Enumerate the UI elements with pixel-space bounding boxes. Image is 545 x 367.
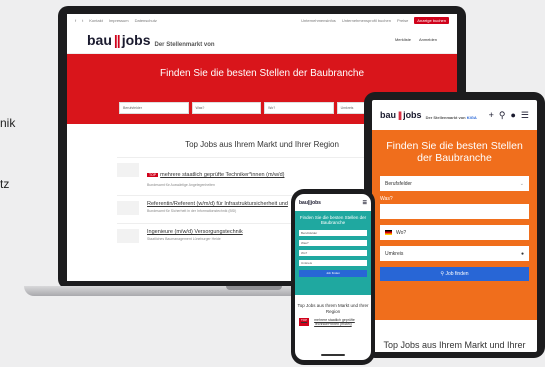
job-employer: Bundesamt für Auswärtige Angelegenheiten bbox=[147, 183, 215, 187]
menu-icon[interactable]: ☰ bbox=[363, 200, 367, 206]
umkreis-select[interactable]: Umkreis ● bbox=[380, 246, 529, 262]
account-links: Merkliste Anmelden bbox=[395, 37, 437, 42]
tablet-hero-title: Finden Sie die besten Stellen der Baubra… bbox=[386, 140, 523, 165]
wo-input[interactable]: Wo? bbox=[380, 225, 529, 241]
user-icon[interactable]: ● bbox=[510, 110, 515, 121]
was-label: Was? bbox=[380, 196, 393, 203]
topbar-link-preise[interactable]: Preise bbox=[397, 18, 408, 23]
logo-subtitle: Der Stellenmarkt von bbox=[154, 41, 215, 48]
header: bau || jobs Der Stellenmarkt von Merkliste… bbox=[67, 26, 457, 54]
logo[interactable]: bau || jobs Der Stellenmarkt von bbox=[87, 32, 215, 48]
twitter-icon[interactable]: t bbox=[82, 18, 83, 23]
tablet-section-title: Top Jobs aus Ihrem Markt und Ihrer Regio… bbox=[383, 340, 526, 352]
berufsfelder-select[interactable]: Berufsfelder ⌄ bbox=[380, 176, 529, 192]
company-logo bbox=[117, 229, 139, 243]
topbar-link-kontakt[interactable]: Kontakt bbox=[89, 18, 103, 23]
company-logo bbox=[117, 201, 139, 215]
phone-header: bau||jobs ☰ bbox=[295, 194, 371, 211]
phone-section-title: Top Jobs aus Ihrem Markt und Ihrer Regio… bbox=[297, 303, 369, 314]
topbar-link-unternehmensinfos[interactable]: Unternehmensinfos bbox=[301, 18, 336, 23]
search-icon[interactable]: ⚲ bbox=[499, 110, 506, 121]
hero-title: Finden Sie die besten Stellen der Baubra… bbox=[159, 68, 365, 79]
job-finden-button[interactable]: ⚲ Job finden bbox=[380, 267, 529, 282]
plus-icon[interactable]: + bbox=[489, 110, 494, 121]
anmelden-link[interactable]: Anmelden bbox=[419, 37, 437, 42]
topbar-link-impressum[interactable]: Impressum bbox=[109, 18, 129, 23]
search-icon: ⚲ bbox=[440, 271, 445, 278]
company-logo bbox=[117, 163, 139, 177]
germany-flag-icon bbox=[385, 230, 392, 236]
berufsfelder-select[interactable]: Berufsfelder bbox=[119, 102, 189, 114]
job-employer: Staatliches Baumanagement Lüneburger Hei… bbox=[147, 237, 221, 241]
laptop-notch bbox=[226, 286, 282, 290]
tablet-hero: Finden Sie die besten Stellen der Baubra… bbox=[372, 130, 537, 320]
was-input[interactable]: Was? bbox=[299, 239, 367, 246]
phone-screen: bau||jobs ☰ Finden Sie die besten Stelle… bbox=[295, 194, 371, 360]
top-badge: TOP bbox=[299, 318, 310, 327]
facebook-icon[interactable]: f bbox=[75, 18, 76, 23]
topbar-link-datenschutz[interactable]: Datenschutz bbox=[135, 18, 157, 23]
job-title-link[interactable]: Referentin/Referent (w/m/d) für Infrastr… bbox=[147, 201, 288, 207]
job-finden-button[interactable]: Job finden bbox=[299, 269, 367, 277]
job-title-link[interactable]: mehrere staatlich geprüfte Techniker*inn… bbox=[314, 318, 367, 326]
job-title-link[interactable]: Ingenieure (m/w/d) Versorgungstechnik bbox=[147, 229, 243, 235]
phone-hero-title: Finden Sie die besten Stellen der Baubra… bbox=[299, 215, 367, 226]
chevron-down-icon: ⌄ bbox=[519, 180, 524, 187]
phone-device: bau||jobs ☰ Finden Sie die besten Stelle… bbox=[291, 189, 375, 365]
tablet-device: bau || jobs Der Stellenmarkt von KIGA + ⚲ … bbox=[364, 92, 545, 358]
topbar: f t Kontakt Impressum Datenschutz Untern… bbox=[67, 14, 457, 26]
home-indicator bbox=[321, 354, 345, 356]
tablet-logo[interactable]: bau || jobs Der Stellenmarkt von KIGA bbox=[380, 110, 477, 120]
phone-job-item[interactable]: TOP mehrere staatlich geprüfte Techniker… bbox=[299, 318, 367, 327]
was-input[interactable] bbox=[380, 204, 529, 220]
top-badge: TOP bbox=[147, 173, 159, 177]
location-pin-icon: ● bbox=[520, 250, 524, 257]
wo-input[interactable]: Wo? bbox=[264, 102, 334, 114]
phone-logo[interactable]: bau||jobs bbox=[299, 200, 321, 206]
berufsfelder-select[interactable]: Berufsfelder bbox=[299, 229, 367, 236]
tablet-screen: bau || jobs Der Stellenmarkt von KIGA + ⚲ … bbox=[372, 100, 537, 352]
merkliste-link[interactable]: Merkliste bbox=[395, 37, 411, 42]
logo-subtitle: Der Stellenmarkt von KIGA bbox=[425, 115, 477, 120]
umkreis-select[interactable]: Umkreis bbox=[299, 259, 367, 266]
caption-fragment-1: nik bbox=[0, 116, 16, 130]
tablet-header: bau || jobs Der Stellenmarkt von KIGA + ⚲ … bbox=[372, 100, 537, 130]
wo-input[interactable]: Wo? bbox=[299, 249, 367, 256]
menu-icon[interactable]: ☰ bbox=[521, 110, 529, 121]
was-input[interactable]: Was? bbox=[191, 102, 262, 114]
anzeige-buchen-button[interactable]: Anzeige buchen bbox=[414, 16, 449, 24]
job-title-link[interactable]: mehrere staatlich geprüfte Techniker*inn… bbox=[160, 172, 284, 178]
job-employer: Bundesamt für Sicherheit in der Informat… bbox=[147, 209, 237, 213]
phone-hero: Finden Sie die besten Stellen der Baubra… bbox=[295, 211, 371, 295]
topbar-link-profil[interactable]: Unternehmensprofil buchen bbox=[342, 18, 391, 23]
caption-fragment-2: tz bbox=[0, 177, 10, 191]
